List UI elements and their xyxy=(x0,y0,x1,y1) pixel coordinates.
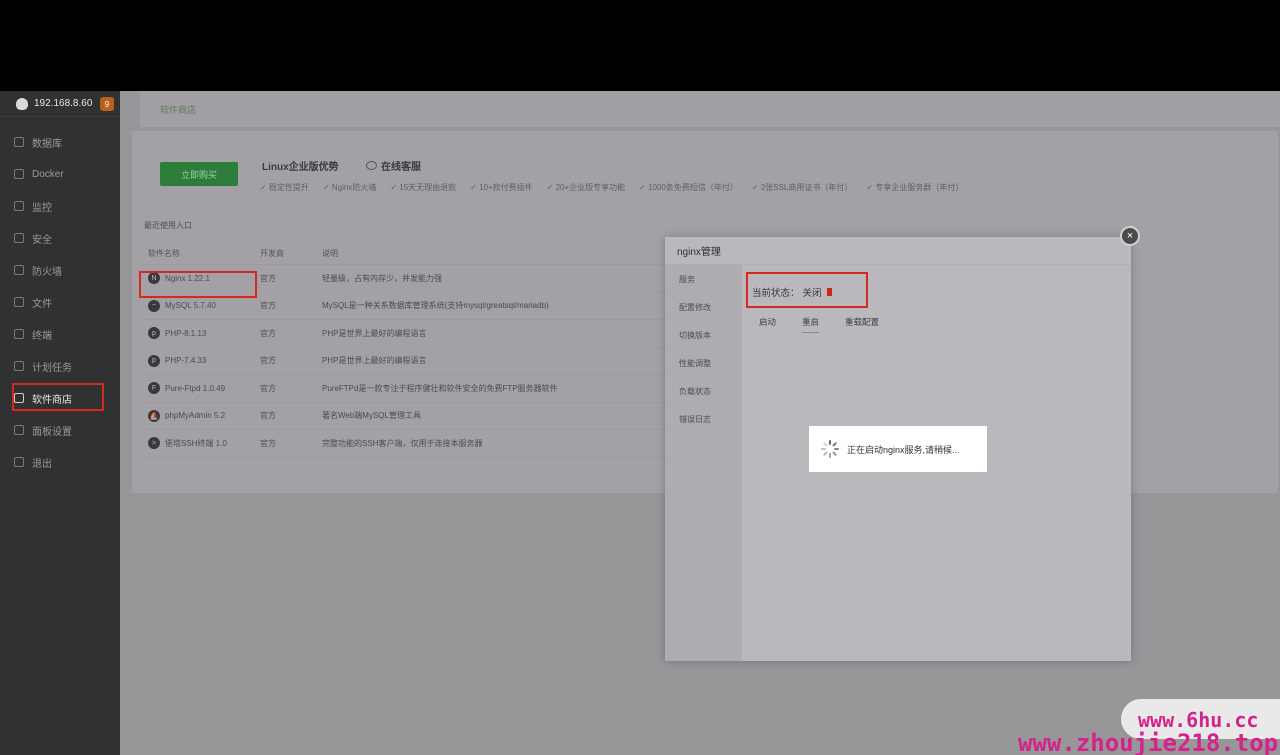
server-ip: 192.168.8.60 xyxy=(34,98,93,109)
restart-button[interactable]: 重启 xyxy=(802,316,820,333)
app-name[interactable]: phpMyAdmin 5.2 xyxy=(165,411,225,420)
sidebar-menu: 数据库 Docker 监控 安全 防火墙 文件 终端 计划任务 软件商店 面板设… xyxy=(0,126,120,478)
feature-item: ✓ 10+款付费插件 xyxy=(470,183,533,192)
tab-load-status[interactable]: 负载状态 xyxy=(665,377,742,405)
toast-message: 正在启动nginx服务,请稍候... xyxy=(847,444,960,455)
online-service-label: 在线客服 xyxy=(381,162,421,173)
sidebar-item-database[interactable]: 数据库 xyxy=(0,126,120,158)
sidebar-item-cron[interactable]: 计划任务 xyxy=(0,350,120,382)
app-developer: 官方 xyxy=(260,273,276,283)
highlight-box-software-store xyxy=(12,383,104,411)
feature-item: ✓ 20+企业版专享功能 xyxy=(546,183,626,192)
dialog-title: nginx管理 xyxy=(665,237,1131,265)
sidebar-item-files[interactable]: 文件 xyxy=(0,286,120,318)
notification-badge[interactable]: 9 xyxy=(100,97,114,111)
monitor-icon xyxy=(14,201,24,211)
phpmyadmin-icon: ⛵ xyxy=(148,409,160,422)
feature-item: ✓ 15天无理由退款 xyxy=(390,183,457,192)
sidebar-item-panel-settings[interactable]: 面板设置 xyxy=(0,414,120,446)
tab-config[interactable]: 配置修改 xyxy=(665,293,742,321)
sidebar-item-label: 面板设置 xyxy=(32,426,72,438)
database-icon xyxy=(14,137,24,147)
app-name[interactable]: PHP-8.1.13 xyxy=(165,329,206,338)
php-icon: p xyxy=(148,327,160,340)
sidebar-item-label: 防火墙 xyxy=(32,266,62,278)
sidebar-item-label: Docker xyxy=(32,168,64,180)
app-name[interactable]: PHP-7.4.33 xyxy=(165,356,206,365)
sidebar-item-terminal[interactable]: 终端 xyxy=(0,318,120,350)
loading-toast: 正在启动nginx服务,请稍候... xyxy=(809,426,987,472)
mysql-icon: ~ xyxy=(148,299,160,312)
online-service-link[interactable]: 在线客服 xyxy=(366,158,421,173)
dialog-tab-list: 服务 配置修改 切换版本 性能调整 负载状态 错误日志 xyxy=(665,265,742,661)
app-developer: 官方 xyxy=(260,301,276,311)
feature-item: ✓ 1000条免费短信（年付） xyxy=(639,183,738,192)
highlight-box-nginx xyxy=(139,271,257,298)
column-header-name: 软件名称 xyxy=(148,249,180,258)
chat-icon xyxy=(366,161,377,170)
feature-item: ✓ 稳定性提升 xyxy=(260,183,309,192)
sidebar-item-monitor[interactable]: 监控 xyxy=(0,190,120,222)
clock-icon xyxy=(14,361,24,371)
sidebar: 192.168.8.60 9 数据库 Docker 监控 安全 防火墙 文件 终… xyxy=(0,91,120,755)
recent-entries-label: 最近使用入口 xyxy=(144,221,192,230)
highlight-box-status xyxy=(746,272,868,308)
app-developer: 官方 xyxy=(260,356,276,366)
screen: 192.168.8.60 9 数据库 Docker 监控 安全 防火墙 文件 终… xyxy=(0,0,1280,755)
feature-item: ✓ Nginx防火墙 xyxy=(322,183,377,192)
app-name[interactable]: MySQL 5.7.40 xyxy=(165,301,216,310)
watermark-text: www.zhoujie218.top xyxy=(1018,729,1279,755)
breadcrumb: 软件商店 xyxy=(140,91,1280,127)
sidebar-item-label: 文件 xyxy=(32,298,52,310)
sidebar-item-label: 数据库 xyxy=(32,138,62,150)
service-actions: 启动 重启 重载配置 xyxy=(759,316,879,333)
feature-item: ✓ 2张SSL商用证书（年付） xyxy=(751,183,853,192)
terminal-icon xyxy=(14,329,24,339)
ftp-icon: F xyxy=(148,382,160,395)
sidebar-item-label: 计划任务 xyxy=(32,362,72,374)
feature-item: ✓ 专享企业服务群（年付） xyxy=(866,183,964,192)
firewall-icon xyxy=(14,265,24,275)
gear-icon xyxy=(14,425,24,435)
app-developer: 官方 xyxy=(260,383,276,393)
app-developer: 官方 xyxy=(260,411,276,421)
close-icon[interactable]: × xyxy=(1120,226,1140,246)
tab-error-log[interactable]: 错误日志 xyxy=(665,405,742,433)
app-developer: 官方 xyxy=(260,438,276,448)
app-name[interactable]: Pure-Ftpd 1.0.49 xyxy=(165,384,225,393)
server-logo-icon xyxy=(16,97,28,110)
sidebar-item-security[interactable]: 安全 xyxy=(0,222,120,254)
sidebar-item-docker[interactable]: Docker xyxy=(0,158,120,190)
shield-icon xyxy=(14,233,24,243)
sidebar-item-label: 退出 xyxy=(32,458,52,470)
sidebar-item-label: 安全 xyxy=(32,234,52,246)
folder-icon xyxy=(14,297,24,307)
php-icon: p xyxy=(148,354,160,367)
tab-service[interactable]: 服务 xyxy=(665,265,742,293)
reload-config-button[interactable]: 重载配置 xyxy=(845,316,879,333)
sidebar-item-logout[interactable]: 退出 xyxy=(0,446,120,478)
start-button[interactable]: 启动 xyxy=(759,316,776,333)
column-header-developer: 开发商 xyxy=(260,249,284,258)
promo-title: Linux企业版优势 xyxy=(262,162,339,173)
ssh-icon: > xyxy=(148,437,160,450)
tab-performance[interactable]: 性能调整 xyxy=(665,349,742,377)
docker-icon xyxy=(14,169,24,179)
feature-list: ✓ 稳定性提升 ✓ Nginx防火墙 ✓ 15天无理由退款 ✓ 10+款付费插件… xyxy=(260,182,963,193)
sidebar-item-firewall[interactable]: 防火墙 xyxy=(0,254,120,286)
tab-switch-version[interactable]: 切换版本 xyxy=(665,321,742,349)
app-developer: 官方 xyxy=(260,328,276,338)
sidebar-item-label: 终端 xyxy=(32,330,52,342)
loading-spinner-icon xyxy=(821,440,839,458)
breadcrumb-item[interactable]: 软件商店 xyxy=(160,103,196,116)
logout-icon xyxy=(14,457,24,467)
buy-now-button[interactable]: 立即购买 xyxy=(160,162,238,186)
sidebar-item-label: 监控 xyxy=(32,202,52,214)
app-name[interactable]: 堡塔SSH终端 1.0 xyxy=(165,438,227,449)
